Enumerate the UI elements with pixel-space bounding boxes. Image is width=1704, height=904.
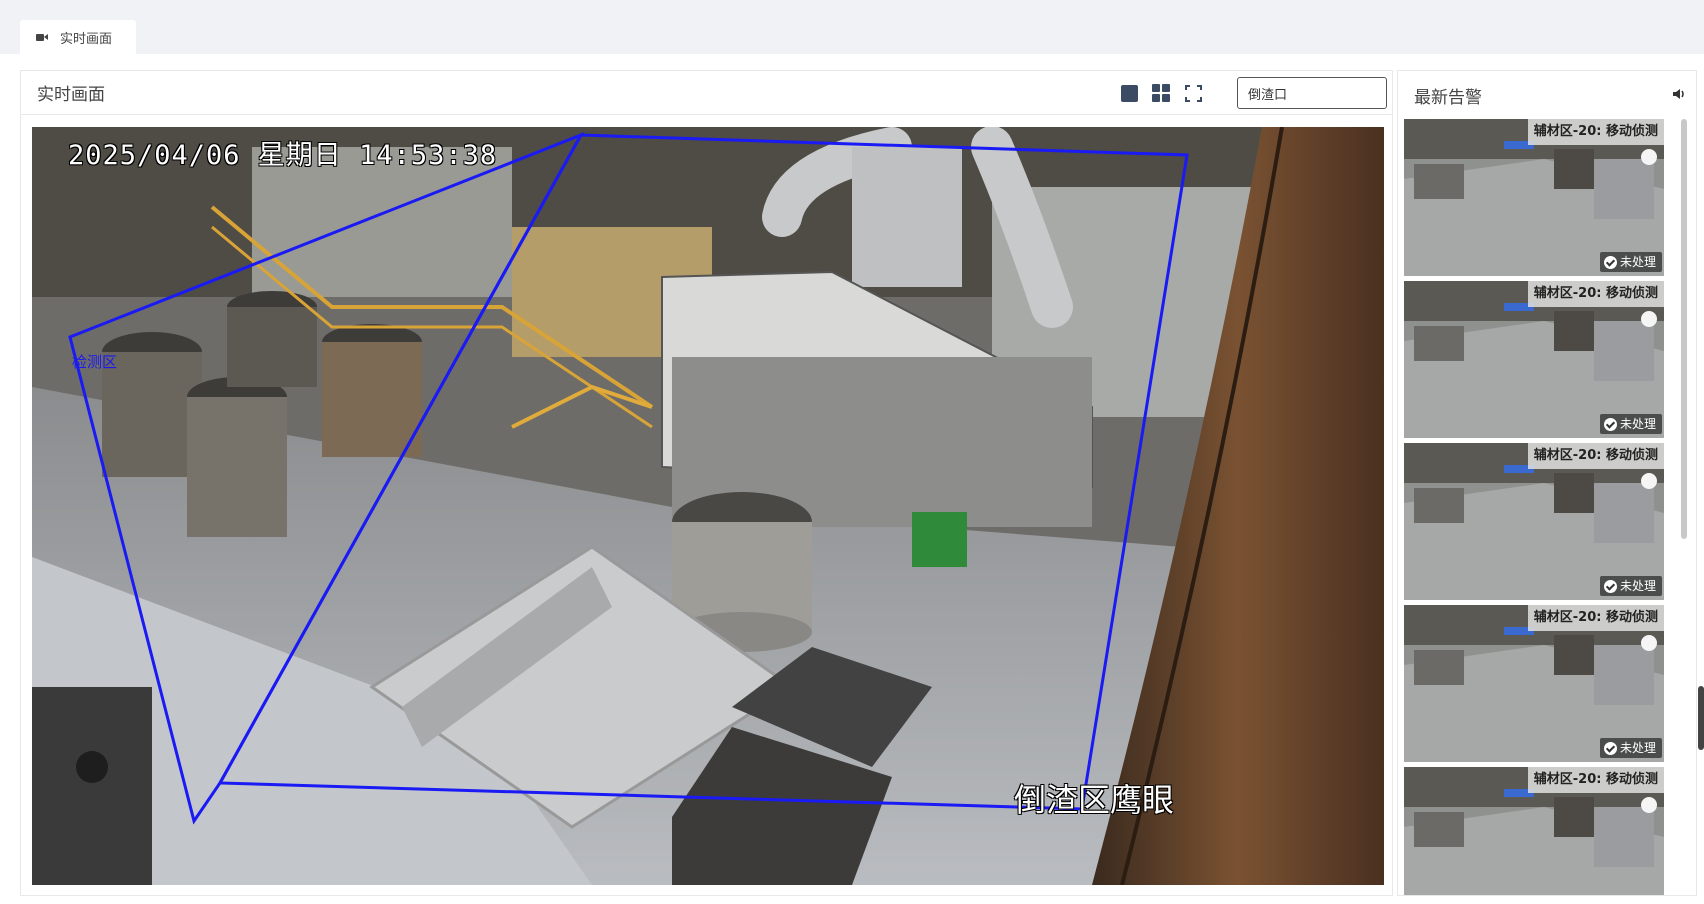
alert-list-scrollbar[interactable] <box>1679 119 1689 895</box>
panel-title: 实时画面 <box>37 85 105 105</box>
alert-status-badge[interactable]: 未处理 <box>1599 576 1662 596</box>
check-circle-icon <box>1603 579 1617 593</box>
quad-view-icon[interactable] <box>1151 83 1171 103</box>
speaker-icon[interactable] <box>1672 87 1686 101</box>
live-video-feed[interactable]: 2025/04/06 星期日 14:53:38 检测区 倒渣区鹰眼 <box>32 127 1384 885</box>
check-circle-icon <box>1603 417 1617 431</box>
alert-status-text: 未处理 <box>1619 741 1656 755</box>
alert-item[interactable]: 辅材区-20: 移动侦测 未处理 <box>1404 767 1664 895</box>
camera-select-input[interactable] <box>1237 77 1387 109</box>
camera-name-overlay: 倒渣区鹰眼 <box>1014 781 1175 819</box>
alert-item[interactable]: 辅材区-20: 移动侦测 未处理 <box>1404 119 1664 276</box>
single-view-icon[interactable] <box>1119 83 1139 103</box>
video-timestamp: 2025/04/06 星期日 14:53:38 <box>68 140 498 171</box>
alert-status-text: 未处理 <box>1619 417 1656 431</box>
alert-item[interactable]: 辅材区-20: 移动侦测 未处理 <box>1404 443 1664 600</box>
alert-label: 辅材区-20: 移动侦测 <box>1527 605 1664 631</box>
check-circle-icon <box>1603 741 1617 755</box>
alert-status-text: 未处理 <box>1619 579 1656 593</box>
alert-status-badge[interactable]: 未处理 <box>1599 414 1662 434</box>
tab-live-view[interactable]: 实时画面 <box>20 20 136 54</box>
check-circle-icon <box>1603 255 1617 269</box>
fullscreen-icon[interactable] <box>1183 83 1203 103</box>
video-camera-icon <box>36 33 48 42</box>
live-view-panel: 实时画面 倒渣口 2025/04/06 星期日 14:53:38 检测区 倒渣区… <box>20 70 1393 896</box>
page-scrollbar[interactable] <box>1698 686 1704 750</box>
alert-status-badge[interactable]: 未处理 <box>1599 738 1662 758</box>
alert-label: 辅材区-20: 移动侦测 <box>1527 119 1664 145</box>
alert-status-text: 未处理 <box>1619 255 1656 269</box>
alert-label: 辅材区-20: 移动侦测 <box>1527 767 1664 793</box>
alert-item[interactable]: 辅材区-20: 移动侦测 未处理 <box>1404 605 1664 762</box>
detection-zone-label: 检测区 <box>72 353 118 371</box>
alert-label: 辅材区-20: 移动侦测 <box>1527 443 1664 469</box>
alerts-panel: 最新告警 辅材区-20: 移动侦测 未处理 辅材区-20: 移动侦测 未处理 辅… <box>1397 70 1697 896</box>
alert-status-badge[interactable]: 未处理 <box>1599 252 1662 272</box>
video-frame <box>32 127 1384 885</box>
panel-header: 实时画面 <box>21 71 1392 115</box>
alert-label: 辅材区-20: 移动侦测 <box>1527 281 1664 307</box>
tab-label: 实时画面 <box>60 31 113 47</box>
view-mode-toolbar <box>1119 83 1203 103</box>
alert-item[interactable]: 辅材区-20: 移动侦测 未处理 <box>1404 281 1664 438</box>
alert-list: 辅材区-20: 移动侦测 未处理 辅材区-20: 移动侦测 未处理 辅材区-20… <box>1404 119 1672 895</box>
tab-strip: 实时画面 <box>0 0 1704 54</box>
alerts-title: 最新告警 <box>1414 88 1482 108</box>
